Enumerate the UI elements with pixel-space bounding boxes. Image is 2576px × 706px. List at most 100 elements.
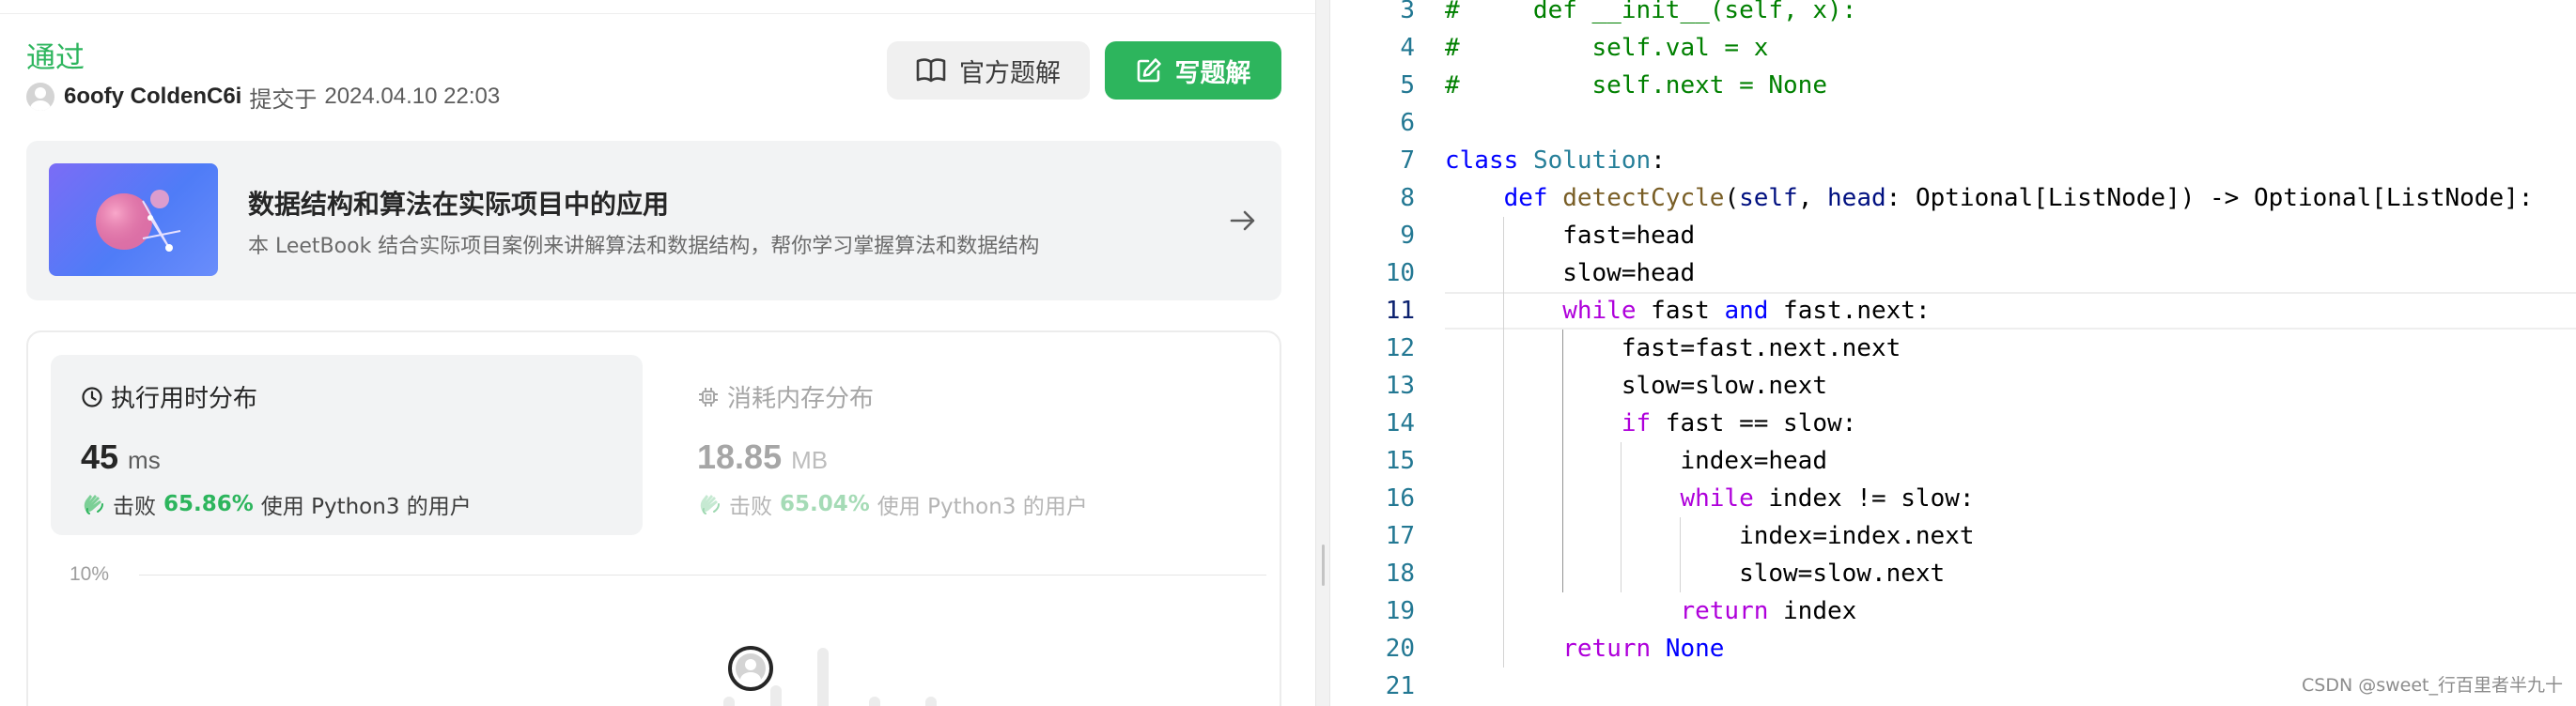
- line-number: 14: [1385, 409, 1415, 437]
- user-position-marker[interactable]: [728, 646, 773, 691]
- code-token: def: [1503, 184, 1548, 212]
- line-number: 17: [1385, 522, 1415, 550]
- code-token: and: [1724, 297, 1769, 325]
- chart-bar[interactable]: [925, 697, 937, 706]
- leetbook-promo-card[interactable]: 数据结构和算法在实际项目中的应用 本 LeetBook 结合实际项目案例来讲解算…: [26, 141, 1281, 300]
- code-line[interactable]: 14 if fast == slow:: [1330, 405, 2576, 442]
- leetbook-description: 本 LeetBook 结合实际项目案例来讲解算法和数据结构，帮你学习掌握算法和数…: [248, 235, 1040, 258]
- code-line[interactable]: 11 while fast and fast.next:: [1330, 292, 2576, 330]
- memory-distribution-tab[interactable]: 消耗内存分布 18.85 MB 击败 65.04% 使用 Python3 的用户: [667, 355, 1259, 535]
- memory-beat-suffix: 使用 Python3 的用户: [877, 495, 1088, 519]
- code-line[interactable]: 18 slow=slow.next: [1330, 555, 2576, 592]
- runtime-unit: ms: [128, 446, 161, 474]
- code-token: slow=slow.next: [1445, 560, 1946, 588]
- leetbook-cover-image: [49, 163, 218, 276]
- indent-guide: [1679, 517, 1681, 592]
- code-line[interactable]: 5 # self.next = None: [1330, 67, 2576, 104]
- code-line[interactable]: 8 def detectCycle(self, head: Optional[L…: [1330, 179, 2576, 217]
- runtime-value: 45 ms: [81, 437, 161, 477]
- code-line[interactable]: 12 fast=fast.next.next: [1330, 330, 2576, 367]
- code-token: # self.val = x: [1445, 34, 1769, 62]
- code-line[interactable]: 20 return None: [1330, 630, 2576, 668]
- code-line[interactable]: 9 fast=head: [1330, 217, 2576, 254]
- chart-bar[interactable]: [770, 685, 782, 706]
- code-token: if: [1621, 409, 1652, 437]
- code-line[interactable]: 10 slow=head: [1330, 254, 2576, 292]
- code-token: detectCycle: [1562, 184, 1725, 212]
- line-number: 8: [1400, 184, 1415, 212]
- code-token: fast=fast.next.next: [1445, 334, 1901, 362]
- line-number: 15: [1385, 447, 1415, 475]
- line-number: 3: [1400, 0, 1415, 24]
- avatar[interactable]: [26, 83, 54, 111]
- line-number: 11: [1385, 297, 1415, 325]
- runtime-beat-line: 击败 65.86% 使用 Python3 的用户: [81, 488, 472, 520]
- code-token: None: [1665, 635, 1725, 663]
- code-token: fast: [1636, 297, 1725, 325]
- avatar: [736, 653, 766, 683]
- code-text: index=head: [1445, 442, 1827, 480]
- code-token: :: [1651, 146, 1666, 175]
- code-line[interactable]: 19 return index: [1330, 592, 2576, 630]
- runtime-distribution-tab[interactable]: 执行用时分布 45 ms 击败 65.86% 使用 Python3 的用户: [51, 355, 643, 535]
- resize-handle[interactable]: [1322, 545, 1325, 586]
- official-solution-button[interactable]: 官方题解: [887, 41, 1090, 100]
- code-line[interactable]: 4 # self.val = x: [1330, 29, 2576, 67]
- code-token: fast.next:: [1768, 297, 1931, 325]
- code-line[interactable]: 3 # def __init__(self, x):: [1330, 0, 2576, 29]
- code-line[interactable]: 16 while index != slow:: [1330, 480, 2576, 517]
- clock-icon: [82, 386, 102, 407]
- chart-gridline: [139, 575, 1266, 576]
- line-number: 5: [1400, 71, 1415, 100]
- code-line[interactable]: 6: [1330, 104, 2576, 142]
- submission-detail-panel: 通过 6oofy ColdenC6i 提交于 2024.04.10 22:03 …: [0, 0, 1315, 706]
- book-open-icon: [916, 58, 946, 83]
- code-token: self: [1739, 184, 1798, 212]
- code-text: # def __init__(self, x):: [1445, 0, 1856, 29]
- code-text: index=index.next: [1445, 517, 1974, 555]
- chip-icon: [699, 387, 718, 407]
- code-line[interactable]: 17 index=index.next: [1330, 517, 2576, 555]
- username[interactable]: 6oofy ColdenC6i: [64, 84, 241, 110]
- line-number: 7: [1400, 146, 1415, 175]
- memory-label: 消耗内存分布: [697, 379, 874, 414]
- code-text: return index: [1445, 592, 1856, 630]
- clap-hands-icon: [84, 495, 103, 514]
- memory-unit: MB: [791, 446, 829, 474]
- edit-icon: [1137, 58, 1161, 83]
- line-number: 13: [1385, 372, 1415, 400]
- code-line[interactable]: 15 index=head: [1330, 442, 2576, 480]
- code-text: fast=head: [1445, 217, 1695, 254]
- submitted-time: 2024.04.10 22:03: [324, 84, 501, 109]
- code-line[interactable]: 7 class Solution:: [1330, 142, 2576, 179]
- memory-beat-percent: 65.04%: [780, 492, 870, 516]
- runtime-beat-percent: 65.86%: [163, 492, 254, 516]
- memory-value-number: 18.85: [697, 437, 783, 476]
- code-token: Solution: [1532, 146, 1652, 175]
- code-editor[interactable]: CSDN @sweet_行百里者半九十 3 # def __init__(self…: [1330, 0, 2576, 706]
- write-solution-button[interactable]: 写题解: [1105, 41, 1281, 100]
- panel-resize-divider[interactable]: [1315, 0, 1330, 706]
- arrow-right-icon[interactable]: [1229, 207, 1257, 235]
- code-text: # self.val = x: [1445, 29, 1768, 67]
- code-line[interactable]: 21: [1330, 668, 2576, 705]
- code-token: fast == slow:: [1651, 409, 1857, 437]
- runtime-beat-suffix: 使用 Python3 的用户: [260, 495, 472, 519]
- chart-bar[interactable]: [723, 697, 735, 706]
- line-number: 12: [1385, 334, 1415, 362]
- leetbook-title: 数据结构和算法在实际项目中的应用: [248, 189, 670, 220]
- line-number: 18: [1385, 560, 1415, 588]
- chart-bar[interactable]: [817, 648, 829, 706]
- code-text: class Solution:: [1445, 142, 1666, 179]
- line-number: 21: [1385, 672, 1415, 700]
- line-number: 9: [1400, 222, 1415, 250]
- code-token: (: [1724, 184, 1740, 212]
- submission-status: 通过: [26, 41, 85, 75]
- chart-bar[interactable]: [869, 697, 880, 706]
- code-line[interactable]: 13 slow=slow.next: [1330, 367, 2576, 405]
